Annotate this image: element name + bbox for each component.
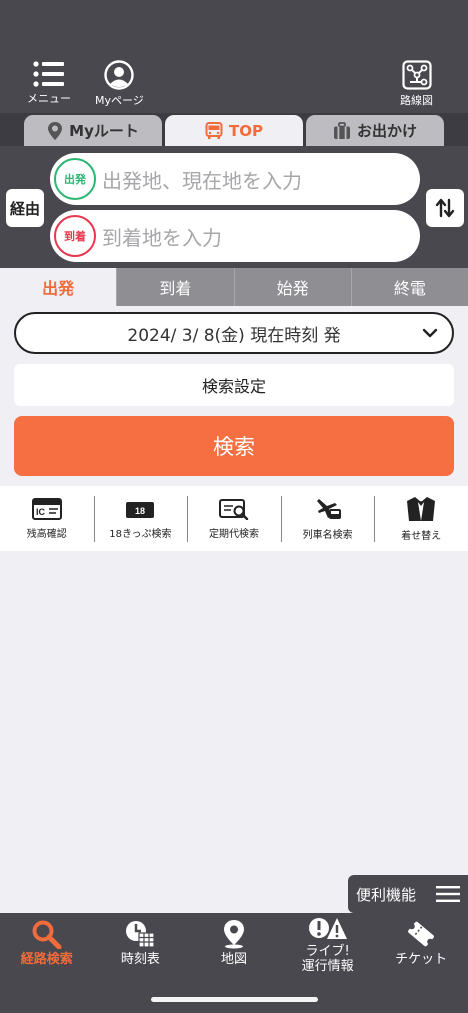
- menu-button[interactable]: メニュー: [27, 60, 71, 106]
- feature-balance-check-label: 残高確認: [26, 528, 67, 540]
- feature-train-name-search[interactable]: 列車名検索: [280, 486, 375, 551]
- nav-route-search-label: 経路検索: [20, 952, 73, 967]
- chevron-down-icon: [422, 328, 438, 338]
- nav-route-search[interactable]: 経路検索: [0, 913, 94, 1013]
- time-mode-tabs: 出発 到着 始発 終電: [0, 268, 468, 306]
- menu-label: メニュー: [27, 92, 71, 105]
- train-plane-icon: [316, 498, 341, 519]
- feature-theme-label: 着せ替え: [401, 530, 442, 542]
- routemap-label: 路線図: [400, 94, 433, 107]
- handy-features-button[interactable]: 便利機能: [348, 875, 468, 913]
- feature-train-name-label: 列車名検索: [302, 529, 353, 541]
- suitcase-icon: [333, 121, 350, 139]
- arrival-badge: 到着: [54, 215, 96, 257]
- timetable-icon: [126, 921, 155, 948]
- arrival-placeholder: 到着地を入力: [102, 225, 222, 250]
- ic-card-icon: IC: [31, 497, 62, 520]
- nav-ticket-label: チケット: [395, 952, 448, 967]
- swap-arrows-icon: [435, 198, 455, 218]
- tab-arrival[interactable]: 到着: [116, 268, 234, 306]
- nav-map-label: 地図: [220, 952, 247, 967]
- search-icon: [32, 920, 62, 949]
- nav-timetable-label: 時刻表: [120, 952, 160, 967]
- feature-commuter-pass-label: 定期代検索: [208, 528, 259, 540]
- date-time-value: 2024/ 3/ 8(金) 現在時刻 発: [127, 325, 341, 346]
- tab-top-label: TOP: [229, 121, 263, 140]
- bus-icon: [205, 121, 223, 139]
- hamburger-icon: [436, 886, 460, 902]
- tab-odekake-label: お出かけ: [356, 122, 417, 140]
- feature-18kippu-label: 18きっぷ検索: [109, 528, 172, 540]
- user-avatar-icon: [104, 60, 135, 90]
- home-indicator: [151, 997, 318, 1002]
- via-button[interactable]: 経由: [6, 189, 44, 227]
- handy-features-label: 便利機能: [356, 885, 417, 904]
- nav-ticket[interactable]: チケット: [374, 913, 468, 1013]
- tab-myroute[interactable]: Myルート: [24, 115, 162, 146]
- nav-live-service-label: ライブ! 運行情報: [301, 944, 354, 974]
- feature-commuter-pass-search[interactable]: 定期代検索: [187, 486, 281, 551]
- tab-first-train[interactable]: 始発: [233, 268, 351, 306]
- feature-balance-check[interactable]: IC 残高確認: [0, 486, 94, 551]
- feature-18kippu-search[interactable]: 18 18きっぷ検索: [93, 486, 188, 551]
- mypage-label: Myページ: [95, 94, 144, 107]
- tab-top[interactable]: TOP: [165, 115, 303, 146]
- tab-last-train[interactable]: 終電: [350, 268, 468, 306]
- commuter-pass-icon: [218, 498, 249, 520]
- search-button[interactable]: 検索: [14, 416, 454, 476]
- location-pin-icon: [48, 121, 63, 140]
- departure-placeholder: 出発地、現在地を入力: [102, 168, 302, 193]
- tab-odekake[interactable]: お出かけ: [306, 115, 444, 146]
- date-time-selector[interactable]: 2024/ 3/ 8(金) 現在時刻 発: [14, 312, 454, 354]
- feature-theme-change[interactable]: 着せ替え: [374, 486, 468, 551]
- tab-departure[interactable]: 出発: [0, 268, 117, 306]
- arrival-field[interactable]: 到着 到着地を入力: [50, 210, 420, 262]
- route-map-icon: [401, 60, 432, 90]
- tuxedo-icon: [407, 496, 436, 521]
- routemap-button[interactable]: 路線図: [400, 60, 433, 108]
- ticket-18-icon: 18: [126, 501, 155, 518]
- hamburger-menu-icon: [33, 61, 64, 87]
- svg-text:IC: IC: [36, 507, 46, 517]
- departure-field[interactable]: 出発 出発地、現在地を入力: [50, 153, 420, 205]
- map-pin-icon: [223, 920, 244, 949]
- svg-text:18: 18: [135, 506, 145, 516]
- feature-shortcuts: IC 残高確認 18 18きっぷ検索 定期代検索 列車名検索 着せ替え: [0, 486, 468, 551]
- departure-badge: 出発: [54, 158, 96, 200]
- ticket-icon: [408, 921, 435, 947]
- search-settings-button[interactable]: 検索設定: [14, 364, 454, 406]
- tab-myroute-label: Myルート: [69, 122, 139, 140]
- swap-stations-button[interactable]: [426, 189, 464, 227]
- page-tab-bar: Myルート TOP お出かけ: [0, 113, 468, 146]
- mypage-button[interactable]: Myページ: [95, 60, 144, 108]
- alert-icon: [308, 918, 347, 939]
